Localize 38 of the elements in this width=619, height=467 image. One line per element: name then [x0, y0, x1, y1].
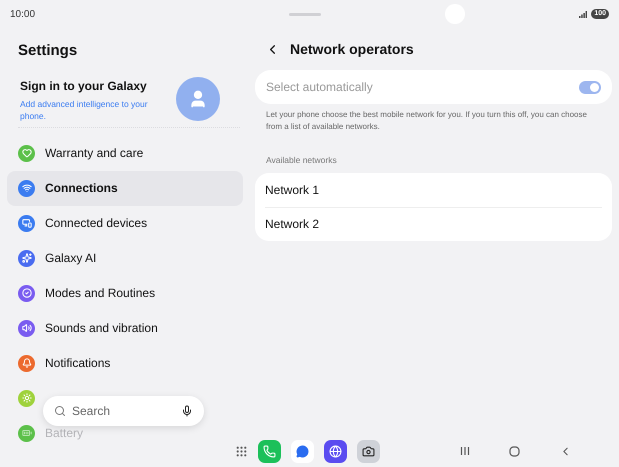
signal-icon: [579, 10, 588, 18]
search-icon: [54, 405, 66, 417]
section-header: Available networks: [265, 154, 338, 167]
drag-handle[interactable]: [289, 12, 322, 16]
item-label: Galaxy AI: [45, 250, 96, 267]
internet-app-icon[interactable]: [324, 440, 347, 462]
settings-item[interactable]: Connected devices: [18, 214, 148, 232]
account-subtitle: Add advanced intelligence to your phone.: [20, 98, 149, 122]
network-item[interactable]: Network 1: [265, 172, 602, 207]
messages-app-icon[interactable]: [291, 440, 314, 462]
item-label: Connected devices: [45, 215, 148, 232]
search-bar[interactable]: Search: [43, 396, 204, 426]
account-card[interactable]: Sign in to your Galaxy Add advanced intelligence to your phone.: [18, 76, 240, 128]
item-label: Connections: [45, 180, 118, 197]
network-item[interactable]: Network 2: [265, 206, 602, 241]
row-label: Select automatically: [266, 79, 374, 96]
settings-item[interactable]: Warranty and care: [18, 144, 144, 162]
settings-item[interactable]: Connections: [7, 170, 243, 206]
microphone-icon[interactable]: [181, 405, 193, 417]
settings-item[interactable]: Sounds and vibration: [18, 319, 158, 337]
description: Let your phone choose the best mobile network for you. If you turn this off, you can choose from a list of available networks.: [265, 109, 588, 133]
settings-item[interactable]: Notifications: [18, 354, 110, 372]
home-icon[interactable]: [508, 446, 520, 456]
status-time: 10:00: [10, 8, 36, 22]
item-label: Notifications: [45, 355, 110, 372]
recents-icon[interactable]: [460, 446, 470, 456]
item-label: Battery: [45, 425, 84, 442]
search-field[interactable]: Search: [72, 402, 175, 420]
settings-item[interactable]: Galaxy AI: [18, 249, 96, 267]
item-label: Warranty and care: [45, 145, 144, 162]
settings-item[interactable]: Modes and Routines: [18, 284, 156, 302]
item-label: Sounds and vibration: [45, 320, 158, 337]
page-title: Network operators: [290, 40, 414, 59]
account-title: Sign in to your Galaxy: [20, 78, 148, 94]
item-label: Modes and Routines: [45, 285, 156, 302]
camera-app-icon[interactable]: [357, 440, 380, 462]
apps-grid-icon[interactable]: [235, 444, 248, 458]
settings-title: Settings: [17, 41, 78, 61]
